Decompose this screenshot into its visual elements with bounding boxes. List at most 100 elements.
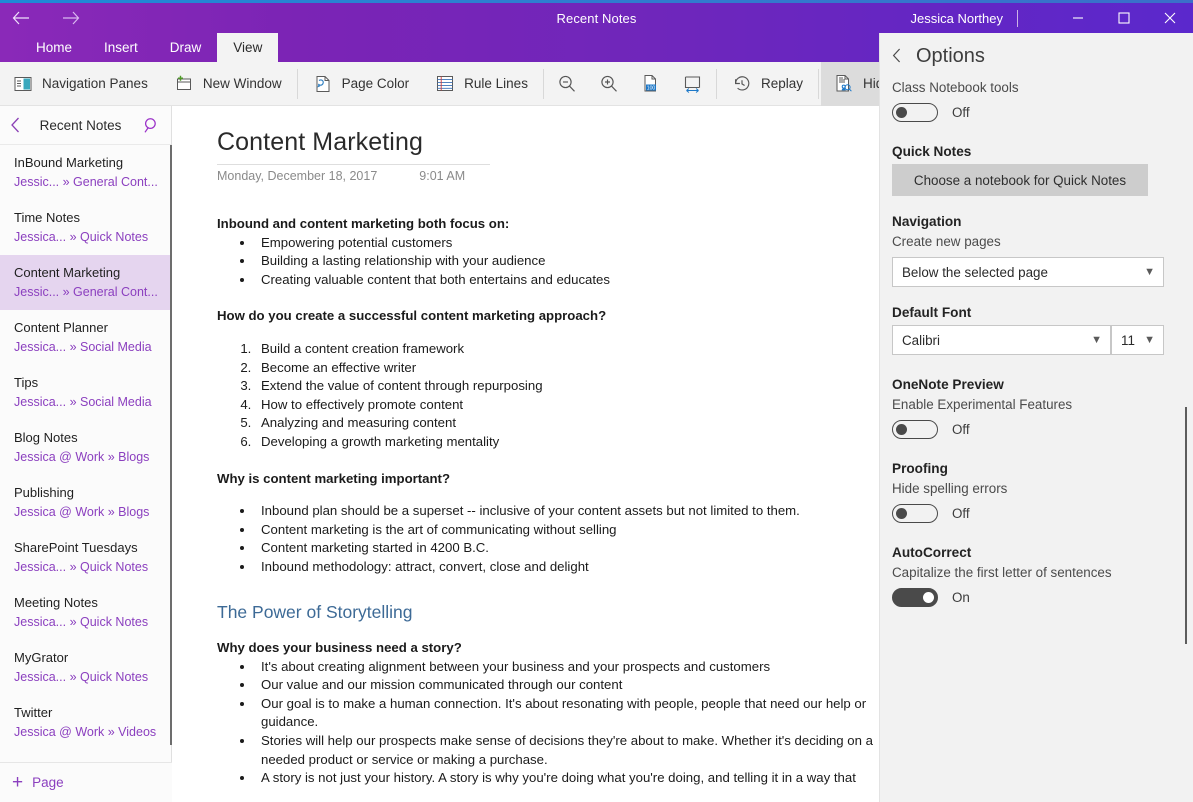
chevron-left-icon[interactable]: [0, 117, 30, 133]
list-item[interactable]: InBound Marketing Jessic... » General Co…: [0, 145, 172, 200]
zoom-in-icon: [599, 74, 619, 94]
add-page-button[interactable]: + Page: [0, 762, 172, 802]
list-item-selected[interactable]: Content Marketing Jessic... » General Co…: [0, 255, 172, 310]
hide-spelling-errors-toggle-state: Off: [952, 506, 970, 521]
page-name: Publishing: [14, 484, 172, 502]
page-width-icon: [683, 74, 703, 94]
tab-view[interactable]: View: [217, 33, 278, 62]
options-title: Options: [916, 45, 985, 68]
font-family-select[interactable]: Calibri ▼: [892, 325, 1111, 355]
experimental-features-toggle[interactable]: [892, 420, 938, 439]
quick-notes-section: Quick Notes Choose a notebook for Quick …: [892, 144, 1181, 196]
bullet-list-2: Inbound plan should be a superset -- inc…: [239, 502, 879, 576]
default-font-section: Default Font Calibri ▼ 11 ▼: [892, 305, 1181, 355]
navigation-heading: Navigation: [892, 214, 1181, 229]
close-icon[interactable]: [1147, 3, 1193, 33]
page-color-button[interactable]: Page Color: [300, 68, 423, 100]
note-body[interactable]: Inbound and content marketing both focus…: [217, 215, 879, 788]
list-item: It's about creating alignment between yo…: [255, 658, 879, 677]
class-notebook-toggle[interactable]: [892, 103, 938, 122]
sidebar-scrollbar[interactable]: [170, 145, 172, 745]
page-width-button[interactable]: [672, 68, 714, 100]
tab-insert[interactable]: Insert: [88, 33, 154, 62]
list-item[interactable]: SharePoint Tuesdays Jessica... » Quick N…: [0, 530, 172, 585]
page-list-sidebar: Recent Notes InBound Marketing Jessic...…: [0, 106, 172, 802]
list-item[interactable]: Meeting Notes Jessica... » Quick Notes: [0, 585, 172, 640]
zoom-in-button[interactable]: [588, 68, 630, 100]
search-icon[interactable]: [131, 117, 171, 134]
zoom-100-button[interactable]: 100: [630, 68, 672, 100]
capitalize-sentences-label: Capitalize the first letter of sentences: [892, 565, 1181, 580]
list-item: Inbound methodology: attract, convert, c…: [255, 558, 879, 577]
create-new-pages-label: Create new pages: [892, 234, 1181, 249]
options-pane: Options Class Notebook tools Off Quick N…: [879, 33, 1193, 802]
list-item[interactable]: Publishing Jessica @ Work » Blogs: [0, 475, 172, 530]
forward-arrow-icon[interactable]: [58, 5, 84, 31]
toggle-knob: [896, 508, 907, 519]
list-item[interactable]: MyGrator Jessica... » Quick Notes: [0, 640, 172, 695]
new-window-icon: [174, 74, 194, 94]
tab-home[interactable]: Home: [20, 33, 88, 62]
options-scrollbar[interactable]: [1185, 407, 1187, 644]
choose-notebook-button[interactable]: Choose a notebook for Quick Notes: [892, 164, 1148, 196]
toolbar-group-replay: Replay: [719, 62, 816, 106]
toolbar-divider: [297, 69, 298, 99]
page-date[interactable]: Monday, December 18, 2017: [217, 169, 377, 183]
rule-lines-button[interactable]: Rule Lines: [422, 68, 541, 100]
default-font-heading: Default Font: [892, 305, 1181, 320]
navigation-section: Navigation Create new pages Below the se…: [892, 214, 1181, 287]
zoom-out-button[interactable]: [546, 68, 588, 100]
list-item[interactable]: Twitter Jessica @ Work » Videos: [0, 695, 172, 750]
hide-spelling-errors-toggle[interactable]: [892, 504, 938, 523]
font-controls: Calibri ▼ 11 ▼: [892, 325, 1181, 355]
sidebar-title: Recent Notes: [30, 118, 131, 133]
svg-text:100: 100: [647, 85, 656, 91]
recent-notes-list[interactable]: InBound Marketing Jessic... » General Co…: [0, 145, 172, 762]
chevron-down-icon: ▼: [1144, 334, 1155, 346]
page-title[interactable]: Content Marketing: [217, 128, 879, 157]
create-new-pages-select[interactable]: Below the selected page ▼: [892, 257, 1164, 287]
chevron-left-icon[interactable]: [892, 48, 902, 66]
list-item: Build a content creation framework: [255, 340, 879, 359]
page-name: Blog Notes: [14, 429, 172, 447]
list-item[interactable]: Content Planner Jessica... » Social Medi…: [0, 310, 172, 365]
navigation-panes-button[interactable]: Navigation Panes: [0, 68, 161, 100]
replay-button[interactable]: Replay: [719, 68, 816, 100]
section-heading: The Power of Storytelling: [217, 603, 879, 622]
list-item: Empowering potential customers: [255, 234, 879, 253]
body-heading-2: How do you create a successful content m…: [217, 307, 879, 326]
onenote-preview-heading: OneNote Preview: [892, 377, 1181, 392]
back-arrow-icon[interactable]: [8, 5, 34, 31]
page-name: Content Planner: [14, 319, 172, 337]
zoom-out-icon: [557, 74, 577, 94]
page-canvas[interactable]: Content Marketing Monday, December 18, 2…: [173, 106, 879, 802]
list-item: Stories will help our prospects make sen…: [255, 732, 879, 769]
experimental-features-toggle-state: Off: [952, 422, 970, 437]
add-page-label: Page: [32, 775, 64, 790]
list-item[interactable]: Time Notes Jessica... » Quick Notes: [0, 200, 172, 255]
font-size-select[interactable]: 11 ▼: [1111, 325, 1164, 355]
toolbar-divider-2: [543, 69, 544, 99]
page-path: Jessica @ Work » Blogs: [14, 448, 172, 466]
hide-spelling-errors-row: Off: [892, 504, 1181, 523]
titlebar-divider: [1017, 10, 1018, 27]
toggle-knob: [896, 107, 907, 118]
list-item: Content marketing started in 4200 B.C.: [255, 539, 879, 558]
capitalize-sentences-toggle[interactable]: [892, 588, 938, 607]
minimize-icon[interactable]: [1055, 3, 1101, 33]
body-heading-1: Inbound and content marketing both focus…: [217, 215, 879, 234]
new-window-button[interactable]: New Window: [161, 68, 295, 100]
list-item: Building a lasting relationship with you…: [255, 252, 879, 271]
navigation-panes-icon: [13, 74, 33, 94]
tab-draw[interactable]: Draw: [154, 33, 218, 62]
class-notebook-label: Class Notebook tools: [892, 80, 1181, 95]
page-time[interactable]: 9:01 AM: [419, 169, 465, 183]
chevron-down-icon: ▼: [1144, 266, 1155, 278]
proofing-section: Proofing Hide spelling errors Off: [892, 461, 1181, 523]
list-item[interactable]: Tips Jessica... » Social Media: [0, 365, 172, 420]
list-item[interactable]: Blog Notes Jessica @ Work » Blogs: [0, 420, 172, 475]
maximize-icon[interactable]: [1101, 3, 1147, 33]
create-new-pages-value: Below the selected page: [902, 265, 1048, 280]
account-name[interactable]: Jessica Northey: [911, 3, 1003, 33]
experimental-features-label: Enable Experimental Features: [892, 397, 1181, 412]
